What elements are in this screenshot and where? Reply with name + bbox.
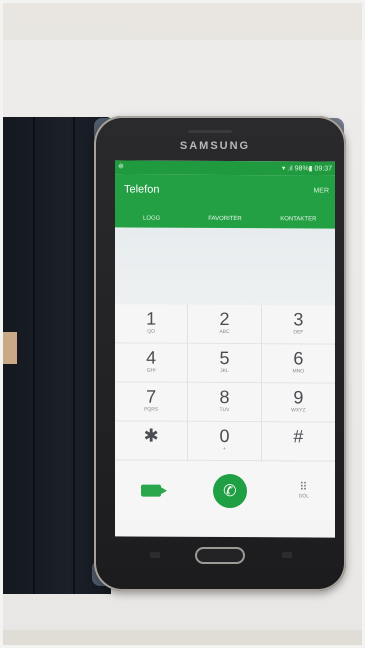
call-actions: ✆ ⠿ DÖL bbox=[115, 460, 335, 521]
dialpad-icon: ⠿ bbox=[299, 481, 309, 494]
status-bar: ✲ ▾ .ıl 98%▮ 09:37 bbox=[115, 160, 335, 176]
app-bar: Telefon MER LOGG FAVORITER KONTAKTER bbox=[115, 174, 335, 229]
key-1[interactable]: 1 QO bbox=[115, 304, 189, 344]
key-5[interactable]: 5 JKL bbox=[188, 343, 262, 384]
home-button[interactable] bbox=[195, 547, 245, 564]
dialpad-toggle-button[interactable]: ⠿ DÖL bbox=[298, 481, 310, 500]
back-key[interactable] bbox=[150, 552, 160, 558]
key-6[interactable]: 6 MNO bbox=[261, 344, 335, 384]
dial-keypad: 1 QO 2 ABC 3 DEF 4 GHI 5 JKL 6 MNO 7 PQRS 8 TUV … bbox=[115, 304, 335, 462]
status-indicators: ▾ .ıl 98%▮ 09:37 bbox=[281, 165, 332, 173]
key-3[interactable]: 3 DEF bbox=[261, 305, 335, 345]
phone-icon: ✆ bbox=[223, 482, 237, 500]
gear-icon[interactable]: ✲ bbox=[118, 162, 124, 170]
key-0[interactable]: 0 + bbox=[188, 421, 262, 462]
number-display[interactable] bbox=[115, 227, 335, 306]
dialpad-label: DÖL bbox=[298, 493, 310, 500]
tab-favoriter[interactable]: FAVORITER bbox=[188, 216, 261, 222]
case-seam bbox=[33, 117, 35, 594]
recent-apps-key[interactable] bbox=[282, 552, 292, 558]
key-7[interactable]: 7 PQRS bbox=[115, 382, 189, 422]
key-8[interactable]: 8 TUV bbox=[188, 382, 262, 423]
tab-kontakter[interactable]: KONTAKTER bbox=[262, 216, 335, 222]
key-9[interactable]: 9 WXYZ bbox=[261, 383, 335, 423]
key-star[interactable]: ✱ bbox=[115, 421, 189, 461]
app-title: Telefon bbox=[124, 183, 160, 196]
key-4[interactable]: 4 GHI bbox=[115, 343, 189, 383]
key-hash[interactable]: # bbox=[261, 422, 335, 462]
brand-logo: SAMSUNG bbox=[179, 140, 251, 152]
video-call-icon[interactable] bbox=[140, 484, 161, 497]
more-button[interactable]: MER bbox=[313, 187, 329, 194]
phone-screen: ✲ ▾ .ıl 98%▮ 09:37 Telefon MER LOGG FAVO… bbox=[115, 160, 335, 538]
key-2[interactable]: 2 ABC bbox=[188, 304, 262, 345]
case-tag bbox=[3, 332, 17, 364]
call-button[interactable]: ✆ bbox=[212, 473, 247, 508]
case-seam bbox=[73, 117, 75, 594]
tab-logg[interactable]: LOGG bbox=[115, 215, 188, 222]
earpiece-speaker bbox=[188, 130, 232, 133]
tab-bar: LOGG FAVORITER KONTAKTER bbox=[115, 215, 335, 223]
